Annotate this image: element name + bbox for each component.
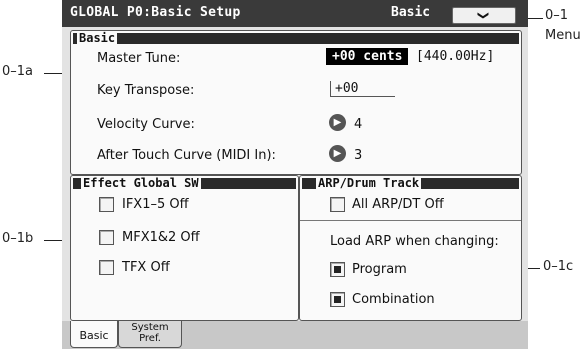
master-tune-hz: [440.00Hz] [416, 49, 495, 64]
page-name: Basic [391, 5, 431, 20]
lcd-screen: GLOBAL P0:Basic Setup Basic ❯ Basic Mast… [62, 0, 528, 349]
menu-button[interactable]: ❯ [452, 7, 516, 24]
combination-checkbox[interactable] [330, 292, 345, 307]
tab-system-pref[interactable]: System Pref. [118, 321, 182, 348]
velocity-curve-label: Velocity Curve: [97, 117, 195, 132]
tab-bar: Basic System Pref. [62, 321, 528, 349]
master-tune-label: Master Tune: [97, 51, 181, 66]
tfx-off-checkbox[interactable] [99, 260, 114, 275]
aftertouch-curve-label: After Touch Curve (MIDI In): [97, 148, 276, 163]
effect-panel-title: Effect Global SW [81, 176, 201, 190]
arp-divider [300, 220, 521, 221]
callout-arp: 0–1c [543, 259, 574, 274]
basic-panel-title: Basic [77, 31, 118, 45]
tfx-off-label: TFX Off [122, 260, 170, 275]
aftertouch-curve-arrow-icon[interactable]: ▶ [329, 145, 346, 162]
all-arp-off-label: All ARP/DT Off [352, 197, 444, 212]
master-tune-value[interactable]: +00 cents [326, 48, 409, 65]
callout-effect: 0–1b [2, 231, 34, 246]
title-bar: GLOBAL P0:Basic Setup Basic ❯ [62, 0, 528, 27]
tab-basic-label: Basic [79, 329, 109, 342]
aftertouch-curve-value: 3 [354, 148, 363, 163]
load-arp-label: Load ARP when changing: [330, 234, 499, 249]
program-label: Program [352, 262, 407, 277]
ifx-off-label: IFX1–5 Off [122, 197, 189, 212]
tab-system-pref-line1: System [131, 322, 169, 333]
arp-drum-panel: ARP/Drum Track All ARP/DT Off Load ARP w… [299, 175, 522, 321]
combination-label: Combination [352, 292, 435, 307]
arp-panel-title: ARP/Drum Track [316, 176, 422, 190]
callout-menu-number: 0–1 [545, 8, 569, 23]
basic-panel: Basic Master Tune: +00 cents [440.00Hz] … [70, 30, 522, 175]
tab-system-pref-line2: Pref. [139, 333, 161, 344]
chevron-down-icon: ❯ [477, 10, 491, 21]
page-title: GLOBAL P0:Basic Setup [70, 5, 241, 20]
velocity-curve-arrow-icon[interactable]: ▶ [329, 114, 346, 131]
key-transpose-value[interactable]: +00 [330, 81, 395, 97]
effect-global-panel: Effect Global SW IFX1–5 Off MFX1&2 Off T… [70, 175, 299, 321]
program-checkbox[interactable] [330, 262, 345, 277]
callout-basic: 0–1a [2, 64, 34, 79]
mfx-off-checkbox[interactable] [99, 230, 114, 245]
tab-basic[interactable]: Basic [70, 321, 118, 348]
velocity-curve-value: 4 [354, 117, 363, 132]
all-arp-off-checkbox[interactable] [330, 197, 345, 212]
key-transpose-label: Key Transpose: [97, 83, 195, 98]
ifx-off-checkbox[interactable] [99, 197, 114, 212]
callout-menu-word: Menu [545, 28, 581, 43]
mfx-off-label: MFX1&2 Off [122, 230, 200, 245]
basic-panel-header-bar [73, 33, 519, 44]
